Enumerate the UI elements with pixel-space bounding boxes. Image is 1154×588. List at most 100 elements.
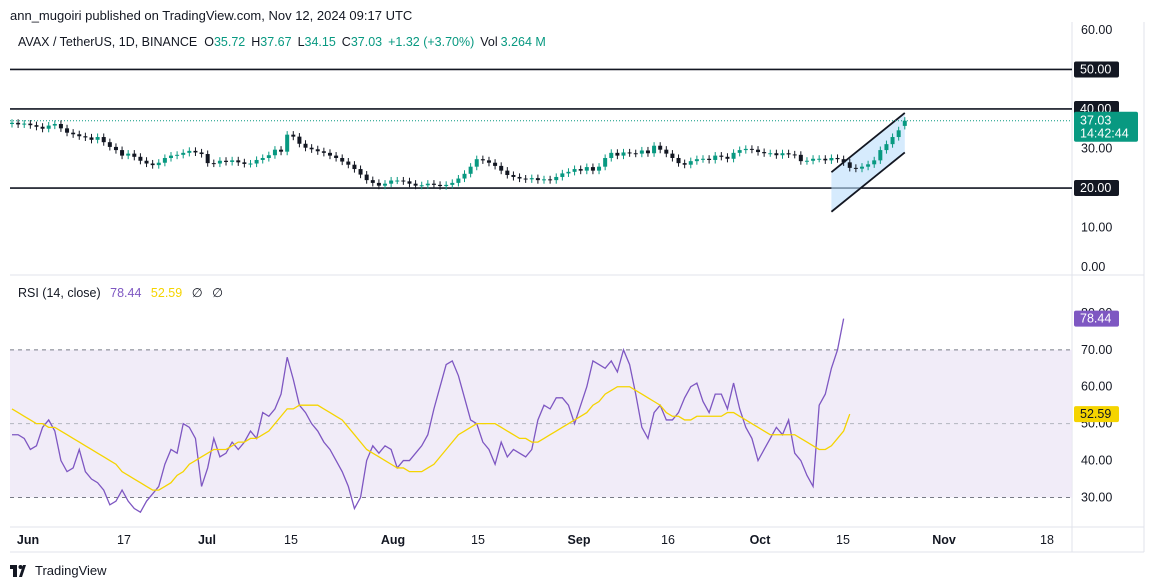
- candle-body: [737, 150, 742, 153]
- candle-body: [175, 154, 180, 156]
- candle-body: [321, 151, 326, 153]
- tradingview-logo[interactable]: TradingView: [10, 563, 107, 578]
- candle-body: [297, 136, 302, 144]
- candle-body: [664, 149, 669, 154]
- candle-body: [352, 164, 357, 170]
- rsi-tick-label: 30.00: [1081, 490, 1112, 504]
- candle-body: [658, 145, 663, 150]
- time-tick-label: Nov: [932, 533, 956, 547]
- candle-body: [71, 132, 76, 135]
- candle-body: [548, 179, 553, 181]
- chart-svg[interactable]: 60.0050.0040.0030.0020.0010.000.0050.004…: [0, 0, 1154, 588]
- candle-body: [230, 160, 235, 162]
- candle-body: [652, 145, 657, 154]
- time-tick-label: Jun: [17, 533, 39, 547]
- candle-body: [52, 123, 57, 126]
- candle-body: [224, 160, 229, 162]
- candle-body: [499, 165, 504, 171]
- candle-body: [713, 155, 718, 160]
- candle-body: [40, 126, 45, 129]
- candle-body: [756, 149, 761, 153]
- candle-body: [804, 160, 809, 162]
- candle-body: [529, 178, 534, 180]
- candle-body: [878, 150, 883, 161]
- tradingview-icon: [10, 564, 26, 577]
- candle-body: [511, 174, 516, 177]
- candle-body: [474, 159, 479, 167]
- candle-body: [150, 163, 155, 166]
- time-tick-label: 17: [117, 533, 131, 547]
- candle-body: [749, 148, 754, 150]
- candle-body: [187, 150, 192, 153]
- rsi-tick-label: 70.00: [1081, 343, 1112, 357]
- candle-body: [89, 137, 94, 140]
- candle-body: [16, 122, 21, 125]
- candle-body: [743, 148, 748, 151]
- candle-body: [217, 160, 222, 164]
- candle-body: [370, 180, 375, 183]
- candle-body: [694, 159, 699, 162]
- candle-body: [584, 167, 589, 171]
- candle-body: [438, 184, 443, 187]
- candle-body: [383, 183, 388, 186]
- candle-body: [456, 178, 461, 183]
- candle-body: [236, 160, 241, 163]
- candle-body: [633, 153, 638, 155]
- candle-body: [590, 167, 595, 171]
- candle-body: [725, 156, 730, 159]
- price-tick-label: 60.00: [1081, 23, 1112, 37]
- candle-body: [431, 183, 436, 185]
- candle-body: [572, 169, 577, 172]
- candle-body: [872, 160, 877, 165]
- last-price-tag-label: 37.03: [1080, 114, 1111, 128]
- time-tick-label: Oct: [750, 533, 772, 547]
- candle-body: [199, 152, 204, 155]
- candle-body: [132, 153, 137, 157]
- candle-body: [493, 162, 498, 166]
- rsi-value-tag-label: 78.44: [1080, 312, 1111, 326]
- candle-body: [615, 152, 620, 156]
- price-tick-label: 30.00: [1081, 142, 1112, 156]
- candle-body: [120, 150, 125, 156]
- candle-body: [211, 163, 216, 165]
- candle-body: [645, 150, 650, 154]
- candle-body: [792, 154, 797, 156]
- candle-body: [517, 176, 522, 179]
- time-tick-label: 16: [661, 533, 675, 547]
- candle-body: [22, 123, 27, 125]
- candle-body: [841, 159, 846, 163]
- candle-body: [866, 164, 871, 167]
- candle-body: [462, 173, 467, 179]
- candle-body: [896, 130, 901, 138]
- candle-body: [566, 171, 571, 174]
- candle-body: [627, 152, 632, 154]
- candle-body: [468, 166, 473, 174]
- candle-body: [847, 162, 852, 168]
- candle-body: [181, 152, 186, 155]
- candle-body: [835, 157, 840, 160]
- candle-body: [168, 155, 173, 158]
- time-tick-label: 15: [284, 533, 298, 547]
- level-tag-label: 20.00: [1080, 181, 1111, 195]
- rsi-ma-value-tag-label: 52.59: [1080, 407, 1111, 421]
- candle-body: [609, 152, 614, 158]
- candle-body: [762, 152, 767, 154]
- candle-body: [682, 163, 687, 165]
- candle-body: [279, 149, 284, 152]
- candle-body: [376, 182, 381, 186]
- candle-body: [639, 150, 644, 154]
- candle-body: [554, 176, 559, 181]
- price-tick-label: 0.00: [1081, 260, 1105, 274]
- countdown-label: 14:42:44: [1080, 127, 1129, 141]
- candle-body: [395, 180, 400, 182]
- candle-body: [83, 136, 88, 138]
- candle-body: [389, 180, 394, 184]
- candle-body: [811, 158, 816, 161]
- candle-body: [419, 185, 424, 187]
- candle-body: [303, 143, 308, 148]
- candle-body: [798, 154, 803, 162]
- candle-body: [144, 160, 149, 164]
- candle-body: [107, 142, 112, 147]
- candle-body: [444, 184, 449, 187]
- candle-body: [688, 161, 693, 165]
